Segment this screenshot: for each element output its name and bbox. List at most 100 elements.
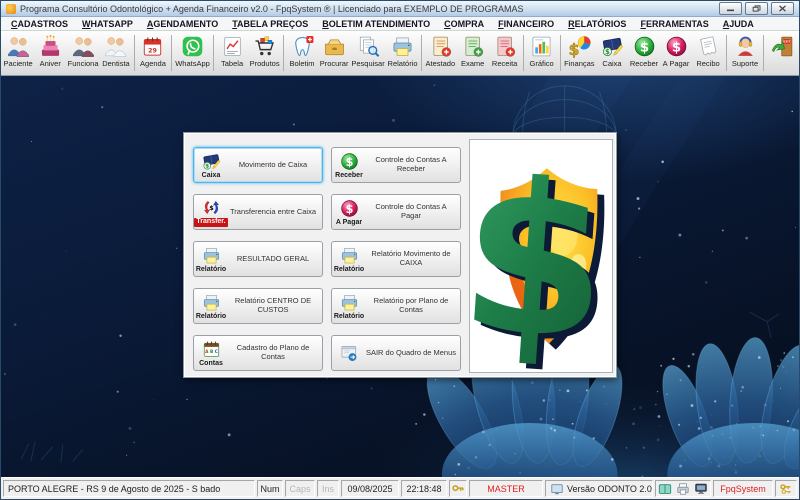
resultado-geral-button[interactable]: RelatórioRESULTADO GERAL	[193, 241, 323, 277]
toolbar-grafico[interactable]: Gráfico	[526, 32, 558, 74]
restore-icon	[752, 5, 761, 12]
toolbar-tabela[interactable]: Tabela	[216, 32, 248, 74]
toolbar-agenda[interactable]: 29Agenda	[137, 32, 169, 74]
toolbar-button-label: Aniver	[40, 59, 61, 68]
toolbar-produtos[interactable]: Produtos	[248, 32, 281, 74]
status-caps-lock: Caps	[285, 480, 315, 497]
toolbar-pesquisar[interactable]: Pesquisar	[350, 32, 386, 74]
button-icon-caption: Caixa	[202, 172, 221, 180]
button-icon-caption: Relatório	[334, 313, 364, 321]
toolbar-paciente[interactable]: Paciente	[2, 32, 34, 74]
toolbar-relatorio[interactable]: Relatório	[386, 32, 419, 74]
status-insert: Ins	[317, 480, 339, 497]
toolbar-receber[interactable]: $Receber	[628, 32, 660, 74]
relatorio-movimento-de-caixa-button[interactable]: RelatórioRelatório Movimento de CAIXA	[331, 241, 461, 277]
button-icon-block: $Receber	[334, 151, 364, 180]
caixa-icon: $	[600, 34, 625, 59]
keys-icon	[779, 482, 793, 496]
printer-icon	[676, 482, 690, 496]
relatorio-icon	[201, 292, 222, 313]
toolbar-button-label: Suporte	[732, 59, 758, 68]
button-icon-block: Relatório	[334, 245, 364, 274]
toolbar-procurar[interactable]: Procurar	[318, 32, 350, 74]
button-label: Transferencia entre Caixa	[226, 208, 320, 217]
toolbar-button-label: Boletim	[290, 59, 315, 68]
toolbar-caixa[interactable]: $Caixa	[596, 32, 628, 74]
button-label: Relatório por Plano de Contas	[364, 297, 458, 314]
svg-text:29: 29	[149, 47, 158, 54]
relatorio-icon	[390, 34, 415, 59]
menu-cadastros[interactable]: CADASTROS	[4, 19, 75, 29]
relatorio-por-plano-de-contas-button[interactable]: RelatórioRelatório por Plano de Contas	[331, 288, 461, 324]
menu-compra[interactable]: COMPRA	[437, 19, 491, 29]
menu-whatsapp[interactable]: WHATSAPP	[75, 19, 140, 29]
cadastro-do-plano-de-contas-button[interactable]: A B CContasCadastro do Plano de Contas	[193, 335, 323, 371]
status-user: MASTER	[469, 480, 543, 497]
movimento-de-caixa-button[interactable]: $CaixaMovimento de Caixa	[193, 147, 323, 183]
receber-icon: $	[339, 151, 360, 172]
tabela-icon	[220, 34, 245, 59]
toolbar-a-pagar[interactable]: $A Pagar	[660, 32, 692, 74]
menu-relatorios[interactable]: RELATÓRIOS	[561, 19, 633, 29]
toolbar-receita[interactable]: Receita	[489, 32, 521, 74]
svg-text:$: $	[345, 155, 353, 168]
receber-icon: $	[632, 34, 657, 59]
close-button[interactable]	[771, 2, 794, 15]
toolbar-exame[interactable]: Exame	[457, 32, 489, 74]
exit-window-icon	[339, 343, 360, 364]
svg-text:$: $	[205, 163, 209, 169]
relatorio-icon	[339, 245, 360, 266]
menu-ferramentas[interactable]: FERRAMENTAS	[633, 19, 715, 29]
controle-do-contas-a-receber-button[interactable]: $ReceberControle do Contas A Receber	[331, 147, 461, 183]
toolbar-funciona[interactable]: Funciona	[66, 32, 100, 74]
controle-do-contas-a-pagar-button[interactable]: $A PagarControle do Contas A Pagar	[331, 194, 461, 230]
menu-boletim-atendimento[interactable]: BOLETIM ATENDIMENTO	[315, 19, 437, 29]
key-icon	[451, 482, 465, 496]
relatorio-centro-de-custos-button[interactable]: RelatórioRelatório CENTRO DE CUSTOS	[193, 288, 323, 324]
status-version-text: Versão ODONTO 2.0	[567, 484, 652, 494]
svg-text:$: $	[345, 202, 353, 215]
toolbar-button-label: Recibo	[696, 59, 719, 68]
toolbar-exit-door[interactable]: EXIT	[766, 32, 798, 74]
sair-do-quadro-de-menus-button[interactable]: SAIR do Quadro de Menus	[331, 335, 461, 371]
transferencia-entre-caixa-button[interactable]: $Transfer.Transferencia entre Caixa	[193, 194, 323, 230]
transfer-icon: $	[201, 197, 222, 218]
window-title: Programa Consultório Odontológico + Agen…	[20, 4, 523, 14]
toolbar-recibo[interactable]: Recibo	[692, 32, 724, 74]
svg-text:EXIT: EXIT	[783, 40, 790, 44]
apagar-icon: $	[339, 198, 360, 219]
toolbar-financas[interactable]: $Finanças	[563, 32, 596, 74]
toolbar-button-label: Procurar	[320, 59, 349, 68]
status-keys-panel	[775, 480, 797, 497]
toolbar-dentista[interactable]: Dentista	[100, 32, 132, 74]
desktop-area: $CaixaMovimento de Caixa$ReceberControle…	[1, 76, 799, 477]
menu-financeiro[interactable]: FINANCEIRO	[491, 19, 561, 29]
menu-agendamento[interactable]: AGENDAMENTO	[140, 19, 225, 29]
svg-text:$: $	[568, 41, 579, 59]
toolbar-button-label: Tabela	[221, 59, 243, 68]
financial-menu-buttons: $CaixaMovimento de Caixa$ReceberControle…	[193, 147, 461, 371]
status-key-panel	[449, 480, 467, 497]
window-controls	[719, 2, 794, 15]
status-version: Versão ODONTO 2.0	[545, 480, 653, 497]
menu-tabela-precos[interactable]: TABELA PREÇOS	[225, 19, 315, 29]
toolbar-separator	[560, 35, 561, 71]
notebook-icon	[658, 482, 672, 496]
toolbar-button-label: Atestado	[426, 59, 456, 68]
button-icon-block: Relatório	[196, 245, 226, 274]
toolbar-button-label: Exame	[461, 59, 484, 68]
procurar-icon	[322, 34, 347, 59]
restore-button[interactable]	[745, 2, 768, 15]
toolbar-boletim[interactable]: Boletim	[286, 32, 318, 74]
button-icon-block: $ Caixa	[196, 151, 226, 180]
status-time: 22:18:48	[401, 480, 447, 497]
menu-ajuda[interactable]: AJUDA	[716, 19, 761, 29]
toolbar-suporte[interactable]: Suporte	[729, 32, 761, 74]
apagar-icon: $	[664, 34, 689, 59]
app-icon	[6, 4, 16, 14]
toolbar-button-label: Finanças	[564, 59, 594, 68]
minimize-button[interactable]	[719, 2, 742, 15]
toolbar-whatsapp[interactable]: WhatsApp	[174, 32, 211, 74]
toolbar-atestado[interactable]: Atestado	[424, 32, 457, 74]
toolbar-aniver[interactable]: Aniver	[34, 32, 66, 74]
